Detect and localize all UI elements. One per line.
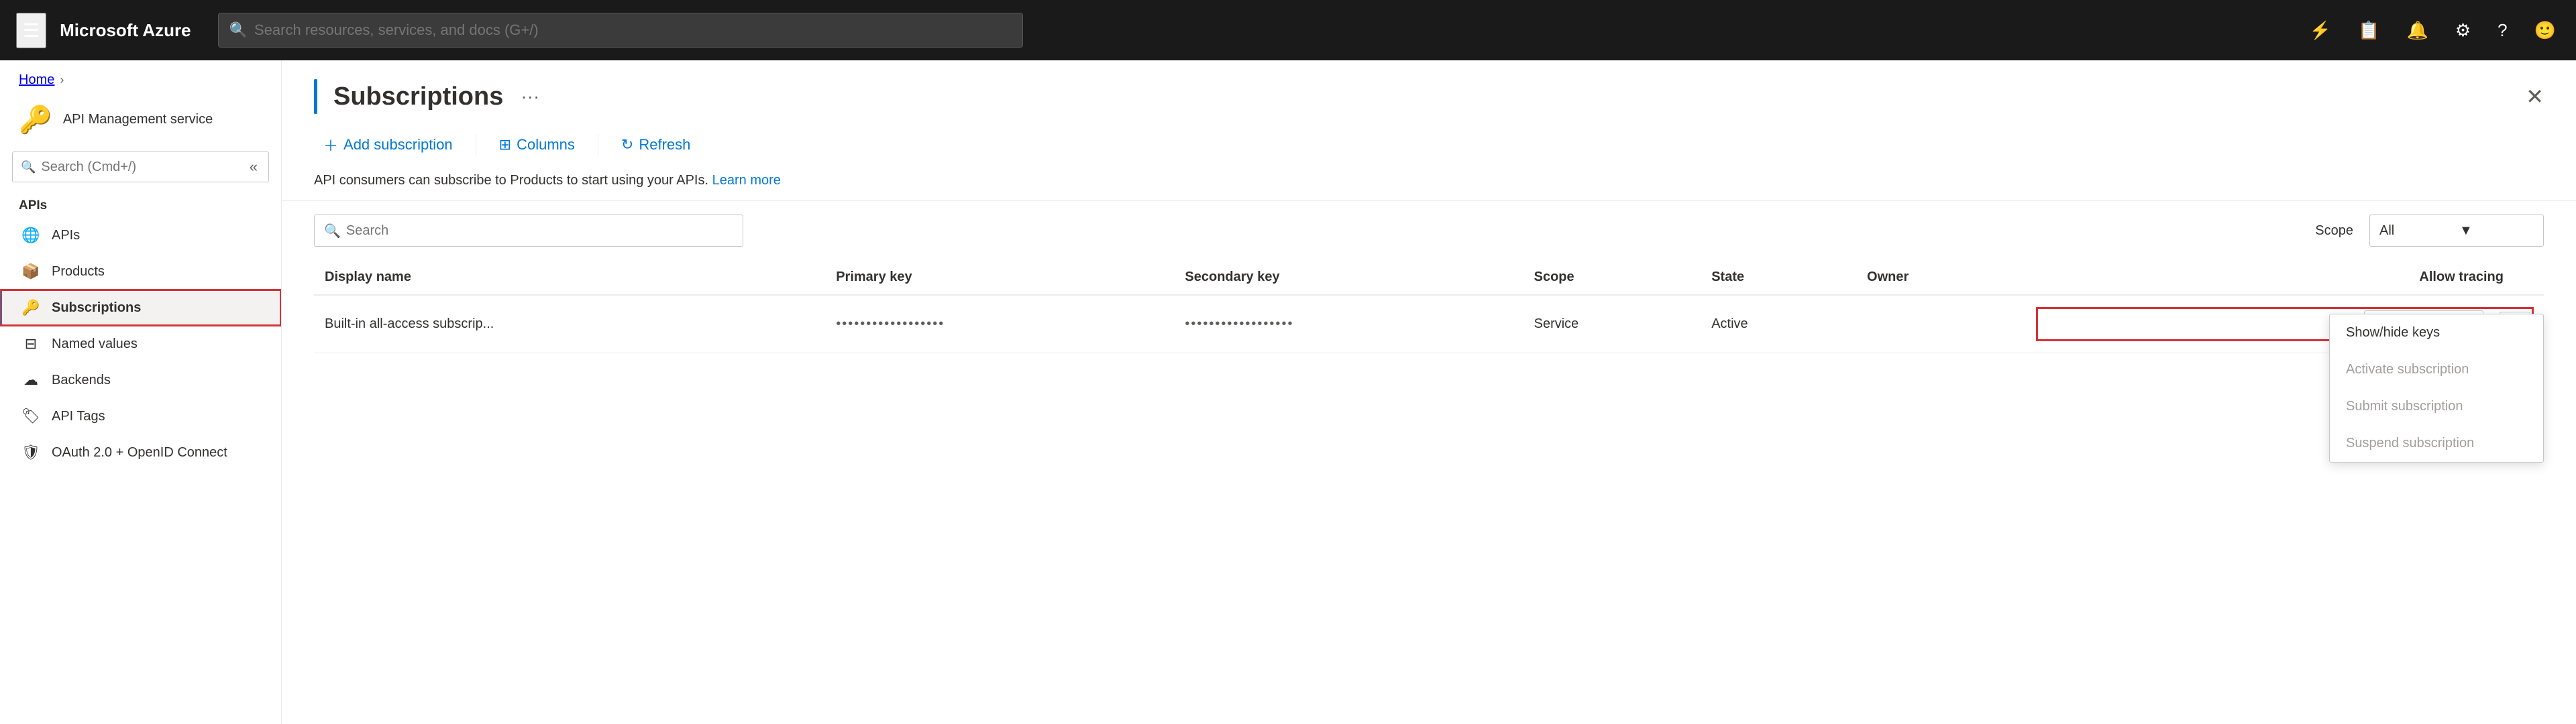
table-search-icon: 🔍 — [324, 223, 341, 239]
service-name: API Management service — [63, 112, 213, 127]
sidebar-item-backends-label: Backends — [52, 373, 111, 388]
scope-select[interactable]: All ▼ — [2369, 215, 2544, 247]
cell-scope: Service — [1523, 295, 1701, 353]
settings-icon[interactable]: ⚙ — [2451, 16, 2475, 45]
sidebar-item-api-tags-label: API Tags — [52, 409, 105, 424]
sidebar: Home › 🔑 API Management service 🔍 « APIs… — [0, 60, 282, 724]
global-search-box[interactable]: 🔍 — [218, 13, 1023, 48]
cell-state: Active — [1701, 295, 1856, 353]
sidebar-item-subscriptions[interactable]: 🔑 Subscriptions — [0, 290, 281, 326]
sidebar-item-products[interactable]: 📦 Products — [0, 253, 281, 290]
table-row: Built-in all-access subscrip... ••••••••… — [314, 295, 2544, 353]
notifications-icon[interactable]: 🔔 — [2402, 16, 2432, 45]
topbar-icons: ⚡ 📋 🔔 ⚙ ? 🙂 — [2306, 16, 2560, 45]
content-header: Subscriptions ··· ✕ — [282, 60, 2576, 114]
scope-label: Scope — [2315, 223, 2353, 239]
dropdown-item-activate[interactable]: Activate subscription — [2330, 351, 2543, 388]
columns-button[interactable]: ⊞ Columns — [490, 131, 584, 159]
cell-primary-key: •••••••••••••••••• — [825, 295, 1174, 353]
dropdown-item-suspend[interactable]: Suspend subscription — [2330, 425, 2543, 462]
dropdown-item-submit[interactable]: Submit subscription — [2330, 388, 2543, 425]
sidebar-item-products-label: Products — [52, 264, 105, 280]
columns-icon: ⊞ — [499, 136, 511, 154]
global-search-icon: 🔍 — [229, 21, 248, 39]
cell-secondary-key: •••••••••••••••••• — [1174, 295, 1523, 353]
info-text: API consumers can subscribe to Products … — [314, 173, 708, 188]
close-button[interactable]: ✕ — [2526, 84, 2544, 109]
named-values-icon: ⊟ — [21, 335, 41, 353]
scope-chevron-icon: ▼ — [2459, 223, 2534, 239]
sidebar-item-named-values-label: Named values — [52, 337, 138, 352]
learn-more-link[interactable]: Learn more — [712, 173, 781, 188]
content-area: Subscriptions ··· ✕ ＋ Add subscription ⊞… — [282, 60, 2576, 724]
sidebar-item-backends[interactable]: ☁ Backends — [0, 362, 281, 398]
table-search-input[interactable] — [346, 223, 733, 239]
table-container: Display name Primary key Secondary key S… — [282, 260, 2576, 724]
backends-icon: ☁ — [21, 371, 41, 389]
search-row: 🔍 Scope All ▼ — [282, 201, 2576, 260]
apis-section-label: APIs — [0, 189, 281, 217]
brand-name: Microsoft Azure — [60, 20, 191, 41]
context-dropdown-menu: Show/hide keys Activate subscription Sub… — [2329, 314, 2544, 463]
breadcrumb-home[interactable]: Home — [19, 72, 54, 88]
sidebar-collapse-btn[interactable]: « — [247, 156, 260, 178]
col-scope: Scope — [1523, 260, 1701, 295]
table-header-row: Display name Primary key Secondary key S… — [314, 260, 2544, 295]
topbar: ☰ Microsoft Azure 🔍 ⚡ 📋 🔔 ⚙ ? 🙂 — [0, 0, 2576, 60]
cell-owner — [1856, 295, 2026, 353]
sidebar-item-oauth-label: OAuth 2.0 + OpenID Connect — [52, 445, 227, 461]
api-tags-icon: 🏷 — [21, 408, 41, 425]
sidebar-search-box[interactable]: 🔍 « — [12, 152, 269, 182]
dropdown-item-show-hide-keys[interactable]: Show/hide keys — [2330, 314, 2543, 351]
col-owner: Owner — [1856, 260, 2026, 295]
breadcrumb-separator: › — [60, 73, 64, 87]
cloud-shell-icon[interactable]: ⚡ — [2306, 16, 2335, 45]
sidebar-item-named-values[interactable]: ⊟ Named values — [0, 326, 281, 362]
sidebar-item-oauth[interactable]: 🛡 OAuth 2.0 + OpenID Connect — [0, 434, 281, 471]
scope-value: All — [2379, 223, 2454, 239]
table-search-box[interactable]: 🔍 — [314, 215, 743, 247]
products-icon: 📦 — [21, 263, 41, 280]
refresh-icon: ↻ — [621, 136, 633, 154]
sidebar-item-api-tags[interactable]: 🏷 API Tags — [0, 398, 281, 434]
global-search-input[interactable] — [254, 21, 1012, 39]
feedback-icon[interactable]: 📋 — [2354, 16, 2383, 45]
oauth-icon: 🛡 — [21, 444, 41, 461]
apis-icon: 🌐 — [21, 227, 41, 244]
col-secondary-key: Secondary key — [1174, 260, 1523, 295]
smiley-icon[interactable]: 🙂 — [2530, 16, 2560, 45]
col-allow-tracing: Allow tracing — [2026, 260, 2544, 295]
col-primary-key: Primary key — [825, 260, 1174, 295]
service-icon: 🔑 — [19, 104, 52, 135]
help-icon[interactable]: ? — [2493, 16, 2511, 45]
main-layout: Home › 🔑 API Management service 🔍 « APIs… — [0, 60, 2576, 724]
sidebar-item-apis-label: APIs — [52, 228, 80, 243]
hamburger-menu[interactable]: ☰ — [16, 13, 46, 48]
info-bar: API consumers can subscribe to Products … — [282, 161, 2576, 201]
sidebar-search-input[interactable] — [41, 160, 246, 175]
add-subscription-button[interactable]: ＋ Add subscription — [314, 129, 462, 161]
sidebar-item-apis[interactable]: 🌐 APIs — [0, 217, 281, 253]
sidebar-service: 🔑 API Management service — [0, 95, 281, 145]
primary-key-dots: •••••••••••••••••• — [836, 316, 945, 331]
col-display-name: Display name — [314, 260, 825, 295]
cell-display-name: Built-in all-access subscrip... — [314, 295, 825, 353]
add-icon: ＋ — [323, 134, 338, 156]
title-more-button[interactable]: ··· — [514, 83, 546, 110]
breadcrumb: Home › — [0, 60, 281, 95]
page-title: Subscriptions — [333, 82, 503, 111]
col-state: State — [1701, 260, 1856, 295]
subscriptions-table: Display name Primary key Secondary key S… — [314, 260, 2544, 353]
sidebar-item-subscriptions-label: Subscriptions — [52, 300, 141, 316]
sidebar-search-icon: 🔍 — [21, 160, 36, 174]
toolbar: ＋ Add subscription ⊞ Columns ↻ Refresh — [282, 114, 2576, 161]
secondary-key-dots: •••••••••••••••••• — [1185, 316, 1293, 331]
title-accent-bar — [314, 79, 317, 114]
refresh-button[interactable]: ↻ Refresh — [612, 131, 700, 159]
subscriptions-icon: 🔑 — [21, 299, 41, 316]
